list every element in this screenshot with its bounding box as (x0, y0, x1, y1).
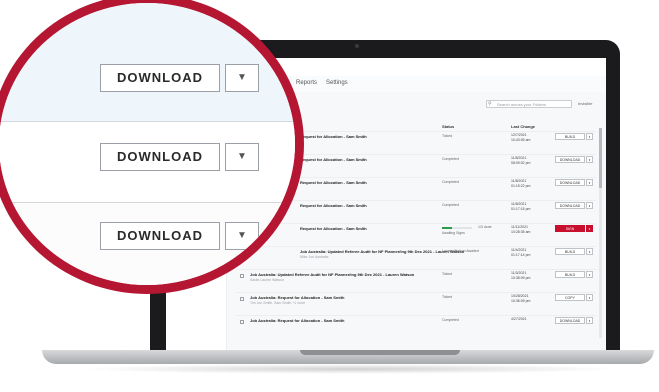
laptop-base-notch (300, 350, 460, 355)
last-change-time: 01:17:15 pm (511, 207, 531, 211)
chevron-down-icon[interactable]: ▾ (586, 248, 593, 255)
magnifier-callout: DOWNLOAD ▼ DOWNLOAD ▼ DOWNLOAD ▼ (0, 0, 304, 294)
row-action-button[interactable]: SIGN (555, 225, 585, 232)
row-action-button[interactable]: BUILD (555, 133, 585, 140)
column-header-status[interactable]: Status (442, 124, 454, 129)
row-action-button[interactable]: BUILD (555, 248, 585, 255)
row-action-button[interactable]: DOWNLOAD (555, 156, 585, 163)
row-action-button[interactable]: DOWNLOAD (555, 202, 585, 209)
last-change-time: 01:17:14 pm (511, 253, 531, 257)
row-title[interactable]: Job Australia: Request for Allocation - … (250, 318, 344, 323)
status-text: Ticked (442, 295, 453, 299)
last-change-time: 08:09:02 pm (511, 161, 531, 165)
status-text: Completed (442, 318, 459, 322)
last-change-time: 10:36:09 pm (511, 299, 531, 303)
status-text: Ticked (442, 134, 453, 138)
tab-settings[interactable]: Settings (326, 80, 348, 86)
row-action-button[interactable]: DOWNLOAD (555, 179, 585, 186)
download-button[interactable]: DOWNLOAD (100, 143, 220, 171)
chevron-down-icon[interactable]: ▼ (225, 222, 259, 250)
scrollbar-thumb[interactable] (599, 128, 602, 188)
row-title[interactable]: Request for Allocation - Sam Smith (300, 180, 367, 185)
row-subtitle: Tim Jon Smith, Sam Smith +1 more (250, 301, 306, 305)
status-text: Completed (442, 203, 459, 207)
progress-fill (442, 227, 452, 229)
row-title[interactable]: Request for Allocation - Sam Smith (300, 134, 367, 139)
row-title[interactable]: Request for Allocation - Sam Smith (300, 203, 367, 208)
chevron-down-icon[interactable]: ▾ (586, 271, 593, 278)
column-header-last-change[interactable]: Last Change (511, 124, 535, 129)
webcam (355, 44, 359, 48)
search-input[interactable]: Search across your Folders (486, 100, 572, 108)
chevron-down-icon[interactable]: ▼ (225, 64, 259, 92)
chevron-down-icon[interactable]: ▾ (586, 225, 593, 232)
chevron-down-icon[interactable]: ▾ (586, 202, 593, 209)
status-text: Ticked (442, 272, 453, 276)
chevron-down-icon[interactable]: ▼ (225, 143, 259, 171)
last-change-time: 10:28:35 am (511, 230, 531, 234)
download-button[interactable]: DOWNLOAD (100, 222, 220, 250)
last-change-time: 01:15:22 pm (511, 184, 531, 188)
chevron-down-icon[interactable]: ▾ (586, 294, 593, 301)
row-subtitle: Mike Jon Australia (300, 255, 329, 259)
last-change-time: 10:43:05 am (511, 138, 531, 142)
progress-bar (442, 227, 472, 229)
tab-reports[interactable]: Reports (296, 80, 317, 86)
row-action-button[interactable]: BUILD (555, 271, 585, 278)
row-action-button[interactable]: COPY (555, 294, 585, 301)
status-text: Completed (442, 157, 459, 161)
chevron-down-icon[interactable]: ▾ (586, 156, 593, 163)
progress-label: 1/3 done (478, 225, 492, 229)
row-checkbox[interactable] (240, 297, 244, 301)
row-checkbox[interactable] (240, 320, 244, 324)
chevron-down-icon[interactable]: ▾ (586, 179, 593, 186)
download-button[interactable]: DOWNLOAD (100, 64, 220, 92)
search-icon: ⚲ (488, 101, 492, 107)
status-text: Completed (442, 180, 459, 184)
row-title[interactable]: Request for Allocation - Sam Smith (300, 226, 367, 231)
row-title[interactable]: Job Australia: Updated Referee Audit for… (300, 249, 464, 254)
chevron-down-icon[interactable]: ▾ (586, 317, 593, 324)
magnifier-band-1 (0, 3, 295, 121)
row-divider (236, 315, 596, 316)
last-change-date: 4/27/2021 (511, 317, 527, 321)
invisible-toggle[interactable]: Invisible (578, 101, 592, 106)
row-title[interactable]: Job Australia: Request for Allocation - … (250, 295, 344, 300)
status-text: Lauren Watson Awaited (442, 249, 479, 253)
row-divider (236, 292, 596, 293)
chevron-down-icon[interactable]: ▾ (586, 133, 593, 140)
last-change-time: 10:38:09 pm (511, 276, 531, 280)
row-action-button[interactable]: DOWNLOAD (555, 317, 585, 324)
row-title[interactable]: Request for Allocation - Sam Smith (300, 157, 367, 162)
status-text: Awaiting Signs (442, 231, 465, 235)
laptop-shadow (80, 364, 620, 374)
